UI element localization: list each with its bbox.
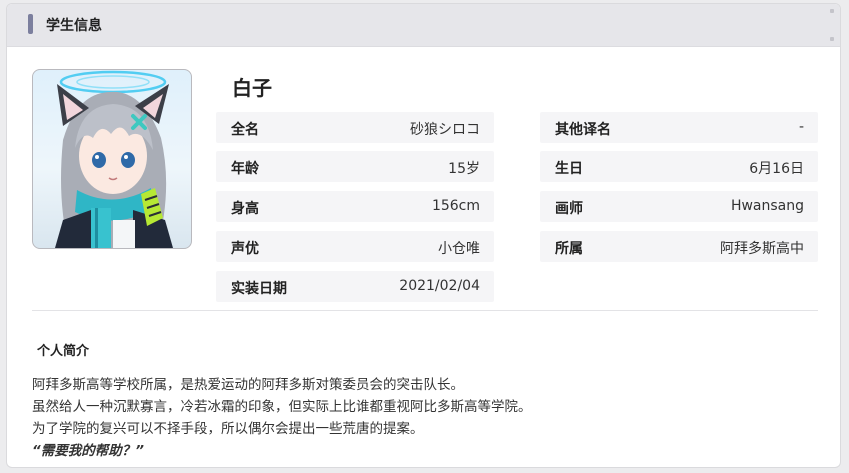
info-label: 画师 xyxy=(555,201,583,217)
info-label: 年龄 xyxy=(231,161,259,177)
info-value: 小仓唯 xyxy=(438,241,480,257)
info-row-age: 年龄 15岁 xyxy=(216,151,494,182)
bio-line: 为了学院的复兴可以不择手段，所以偶尔会提出一些荒唐的提案。 xyxy=(32,421,424,437)
info-row-illustrator: 画师 Hwansang xyxy=(540,191,818,222)
info-label: 全名 xyxy=(231,122,259,138)
info-row-full-name: 全名 砂狼シロコ xyxy=(216,112,494,143)
bio-text: 阿拜多斯高等学校所属，是热爱运动的阿拜多斯对策委员会的突击队长。 虽然给人一种沉… xyxy=(32,374,532,462)
info-value: 156cm xyxy=(431,198,480,214)
info-label: 实装日期 xyxy=(231,281,287,297)
student-portrait xyxy=(32,69,192,249)
bio-line: 阿拜多斯高等学校所属，是热爱运动的阿拜多斯对策委员会的突击队长。 xyxy=(32,377,464,393)
corner-dot-icon xyxy=(830,37,834,41)
bio-quote: “需要我的帮助？” xyxy=(32,443,144,459)
card-header: 学生信息 xyxy=(7,4,840,47)
info-label: 生日 xyxy=(555,161,583,177)
info-row-affiliation: 所属 阿拜多斯高中 xyxy=(540,231,818,262)
info-row-release-date: 实装日期 2021/02/04 xyxy=(216,271,494,302)
header-accent-bar xyxy=(28,14,33,34)
info-value: 15岁 xyxy=(448,161,480,177)
info-value: 6月16日 xyxy=(749,161,804,177)
info-label: 身高 xyxy=(231,201,259,217)
info-row-voice-actor: 声优 小仓唯 xyxy=(216,231,494,262)
info-label: 声优 xyxy=(231,241,259,257)
info-label: 所属 xyxy=(555,241,583,257)
student-name: 白子 xyxy=(232,76,272,100)
info-value: 2021/02/04 xyxy=(399,278,480,294)
bio-line: 虽然给人一种沉默寡言，冷若冰霜的印象，但实际上比谁都重视阿比多斯高等学院。 xyxy=(32,399,532,415)
info-value: 砂狼シロコ xyxy=(410,122,480,138)
card-title: 学生信息 xyxy=(46,18,102,34)
student-info-card: 学生信息 白子 全名 砂狼シロコ 年龄 15岁 身高 156cm 声优 小仓唯 … xyxy=(6,3,841,468)
section-divider xyxy=(32,310,818,311)
info-row-alias: 其他译名 - xyxy=(540,112,818,143)
info-value: 阿拜多斯高中 xyxy=(720,241,804,257)
info-row-birthday: 生日 6月16日 xyxy=(540,151,818,182)
bio-heading: 个人简介 xyxy=(37,344,90,359)
corner-dot-icon xyxy=(830,9,834,13)
info-label: 其他译名 xyxy=(555,122,611,138)
info-row-height: 身高 156cm xyxy=(216,191,494,222)
student-portrait-illustration xyxy=(55,70,173,248)
info-value: - xyxy=(798,119,804,135)
info-value: Hwansang xyxy=(730,198,804,214)
